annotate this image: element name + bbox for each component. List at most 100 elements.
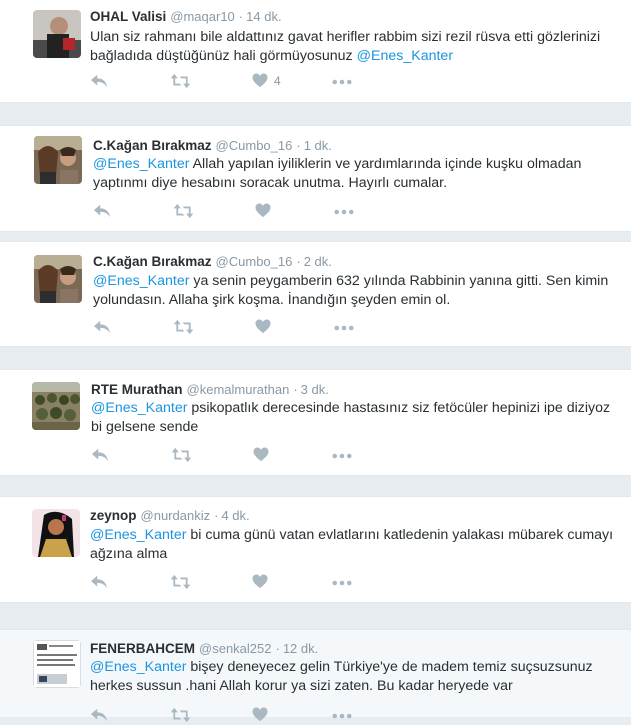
retweet-icon: [173, 203, 194, 219]
reply-icon: [90, 707, 108, 723]
more-icon: [334, 209, 354, 215]
reply-icon: [90, 73, 108, 89]
like-icon: [255, 319, 271, 334]
tweet-card[interactable]: OHAL Valisi @maqar10 · 14 dk. Ulan siz rahm…: [0, 0, 631, 103]
retweet-button[interactable]: [173, 319, 194, 335]
timestamp[interactable]: 2 dk.: [304, 254, 332, 269]
avatar[interactable]: [33, 640, 81, 688]
author-name[interactable]: OHAL Valisi: [90, 9, 166, 24]
like-icon: [253, 447, 269, 462]
author-handle[interactable]: @senkal252: [199, 641, 271, 656]
timestamp[interactable]: 1 dk.: [304, 138, 332, 153]
author-handle[interactable]: @Cumbo_16: [216, 254, 293, 269]
more-button[interactable]: [332, 580, 352, 586]
more-icon: [332, 453, 352, 459]
mention-link[interactable]: @Enes_Kanter: [93, 156, 189, 172]
reply-icon: [93, 203, 111, 219]
separator: ·: [296, 254, 301, 269]
more-icon: [334, 325, 354, 331]
tweet-text: @Enes_Kanter bişey deneyecez gelin Türki…: [90, 658, 615, 696]
separator: ·: [293, 382, 298, 397]
tweet-card[interactable]: zeynop @nurdankiz · 4 dk. @Enes_Kanter bi c…: [0, 496, 631, 603]
separator: ·: [238, 9, 244, 24]
author-handle[interactable]: @Cumbo_16: [216, 138, 293, 153]
like-button[interactable]: 4: [252, 73, 281, 88]
tweet-actions: [90, 707, 390, 725]
like-count: 4: [274, 73, 281, 88]
timestamp[interactable]: 3 dk.: [301, 382, 329, 397]
retweet-button[interactable]: [171, 447, 192, 463]
reply-button[interactable]: [90, 707, 108, 723]
tweet-text: Ulan siz rahmanı bile aldattınız gavat h…: [90, 28, 615, 66]
reply-icon: [91, 447, 109, 463]
author-name[interactable]: RTE Murathan: [91, 382, 183, 397]
like-button[interactable]: [252, 574, 274, 589]
tweet-text-before: Ulan siz rahmanı bile aldattınız gavat h…: [90, 29, 601, 64]
tweet-text: @Enes_Kanter Allah yapılan iyiliklerin v…: [93, 155, 618, 193]
reply-button[interactable]: [91, 447, 109, 463]
mention-link[interactable]: @Enes_Kanter: [357, 48, 453, 64]
mention-link[interactable]: @Enes_Kanter: [93, 273, 189, 289]
tweet-actions: [90, 574, 390, 592]
more-button[interactable]: [332, 79, 352, 85]
avatar[interactable]: [32, 509, 80, 557]
tweet-actions: [93, 319, 393, 337]
tweet-text: @Enes_Kanter ya senin peygamberin 632 yı…: [93, 272, 618, 310]
mention-link[interactable]: @Enes_Kanter: [90, 659, 186, 675]
like-icon: [252, 574, 268, 589]
like-icon: [255, 203, 271, 218]
retweet-icon: [170, 73, 191, 89]
tweet-text: @Enes_Kanter bi cuma günü vatan evlatlar…: [90, 526, 615, 564]
mention-link[interactable]: @Enes_Kanter: [91, 400, 187, 416]
separator: ·: [296, 138, 301, 153]
avatar[interactable]: [34, 255, 82, 303]
retweet-icon: [173, 319, 194, 335]
tweet-actions: 4: [90, 73, 390, 91]
like-button[interactable]: [255, 319, 277, 334]
like-icon: [252, 73, 268, 88]
author-name[interactable]: C.Kağan Bırakmaz: [93, 138, 212, 153]
timestamp[interactable]: 4 dk.: [221, 508, 249, 523]
timestamp[interactable]: 14 dk.: [246, 9, 281, 24]
more-icon: [332, 580, 352, 586]
like-icon: [252, 707, 268, 722]
tweet-card[interactable]: C.Kağan Bırakmaz @Cumbo_16 · 1 dk. @Enes_Ka…: [0, 125, 631, 232]
mention-link[interactable]: @Enes_Kanter: [90, 527, 186, 543]
author-handle[interactable]: @nurdankiz: [141, 508, 211, 523]
reply-button[interactable]: [90, 574, 108, 590]
tweet-actions: [91, 447, 391, 465]
more-button[interactable]: [334, 209, 354, 215]
more-icon: [332, 79, 352, 85]
tweet-card[interactable]: RTE Murathan @kemalmurathan · 3 dk. @Enes_K…: [0, 369, 631, 476]
separator: ·: [214, 508, 219, 523]
retweet-icon: [171, 447, 192, 463]
reply-button[interactable]: [93, 203, 111, 219]
more-button[interactable]: [332, 453, 352, 459]
more-button[interactable]: [332, 713, 352, 719]
retweet-button[interactable]: [170, 73, 191, 89]
like-button[interactable]: [255, 203, 277, 218]
retweet-icon: [170, 574, 191, 590]
avatar[interactable]: [32, 382, 80, 430]
retweet-button[interactable]: [170, 707, 191, 723]
author-name[interactable]: zeynop: [90, 508, 137, 523]
tweet-text: @Enes_Kanter psikopatlık derecesinde has…: [91, 399, 616, 437]
avatar[interactable]: [33, 10, 81, 58]
like-button[interactable]: [253, 447, 275, 462]
tweet-card[interactable]: C.Kağan Bırakmaz @Cumbo_16 · 2 dk. @Enes_Ka…: [0, 241, 631, 347]
more-button[interactable]: [334, 325, 354, 331]
like-button[interactable]: [252, 707, 274, 722]
author-name[interactable]: FENERBAHCEM: [90, 641, 195, 656]
author-handle[interactable]: @kemalmurathan: [187, 382, 290, 397]
retweet-button[interactable]: [170, 574, 191, 590]
reply-icon: [93, 319, 111, 335]
timestamp[interactable]: 12 dk.: [283, 641, 318, 656]
reply-button[interactable]: [93, 319, 111, 335]
avatar[interactable]: [34, 136, 82, 184]
retweet-icon: [170, 707, 191, 723]
author-name[interactable]: C.Kağan Bırakmaz: [93, 254, 212, 269]
tweet-card[interactable]: FENERBAHCEM @senkal252 · 12 dk. @Enes_Kante…: [0, 629, 631, 717]
retweet-button[interactable]: [173, 203, 194, 219]
reply-button[interactable]: [90, 73, 108, 89]
author-handle[interactable]: @maqar10: [170, 9, 235, 24]
